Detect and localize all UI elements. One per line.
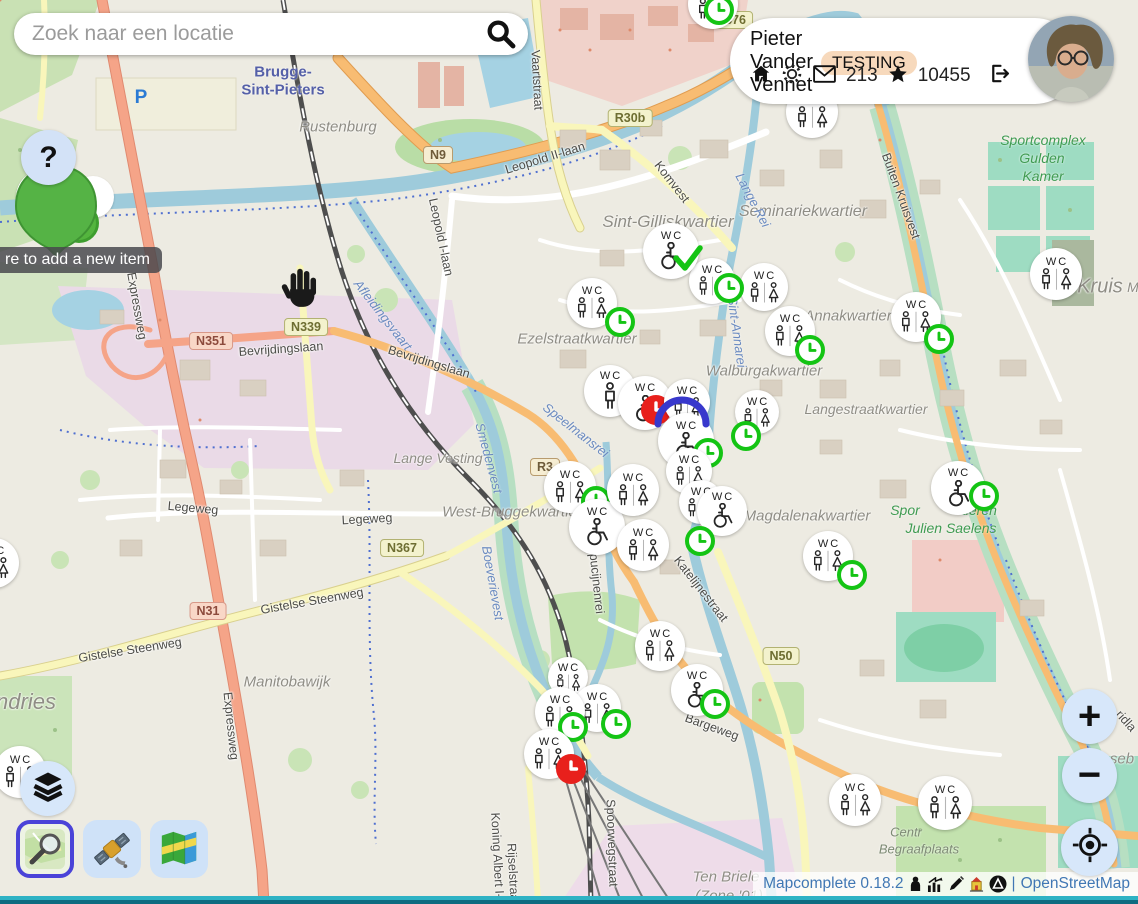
messages-count: 213 [846,65,878,87]
search-icon[interactable] [484,17,518,51]
toilet-marker[interactable]: WC [617,519,669,571]
toilet-marker[interactable]: WC [635,621,685,671]
attribution-divider: | [1012,875,1016,893]
help-button[interactable]: ? [21,130,76,185]
toilet-marker[interactable]: WC [0,538,19,588]
open-hours-badge-open [795,335,825,365]
marker-label: WC [550,694,572,706]
marker-label: WC [676,420,698,432]
marker-label: WC [635,382,657,394]
marker-label: WC [582,285,604,297]
open-hours-badge-open [969,481,999,511]
marker-label: WC [661,230,683,242]
contributor-icon[interactable] [909,876,922,892]
toilet-marker[interactable]: WC [688,0,738,29]
open-hours-badge-open [837,560,867,590]
marker-label: WC [1046,256,1068,268]
toilet-marker[interactable]: WC [740,263,788,311]
marker-label: WC [10,754,32,766]
avatar[interactable] [1028,16,1114,102]
stats-icon[interactable] [927,877,943,892]
marker-label: WC [560,469,582,481]
marker-label: WC [600,370,622,382]
open-hours-badge-open [714,273,744,303]
star-icon[interactable] [887,63,909,90]
search-input[interactable] [14,22,484,46]
marker-label: WC [948,467,970,479]
marker-label: WC [677,385,699,397]
toilet-marker[interactable]: WC [931,461,985,515]
marker-label: WC [780,313,802,325]
toilet-marker[interactable]: WC [829,774,881,826]
open-hours-badge-open [685,526,715,556]
toilet-marker[interactable]: WC [607,464,659,516]
attribution-bar: Mapcomplete 0.18.2 | OpenStreetMap [753,872,1138,896]
attribution-app-version[interactable]: Mapcomplete 0.18.2 [763,875,903,893]
marker-label: WC [587,691,609,703]
toilet-marker[interactable]: WC [891,292,941,342]
marker-label: WC [679,454,701,466]
toilet-marker[interactable]: WC [643,223,699,279]
basemap-osm-button[interactable] [16,820,74,878]
marker-label: WC [650,628,672,640]
layers-icon [30,768,66,809]
changesets-count: 10455 [918,65,971,87]
toilet-marker[interactable]: WC [765,306,815,356]
open-hours-badge-open [731,421,761,451]
open-hours-badge-closed [556,754,586,784]
toilet-marker[interactable]: WC [803,531,853,581]
marker-label: WC [623,472,645,484]
open-hours-badge-open [924,324,954,354]
logout-icon[interactable] [988,62,1011,90]
zoom-in-button[interactable]: + [1062,689,1117,744]
verified-check-badge [673,245,703,271]
marker-label: WC [712,491,734,503]
open-hours-badge-open [601,709,631,739]
marker-label: WC [754,270,776,282]
target-icon [1071,826,1109,869]
marker-label: WC [587,506,609,518]
hand-cursor-icon [280,266,320,313]
map-canvas[interactable]: Brugge-Sint-PietersPRustenburgSint-Gilli… [0,0,1138,904]
basemap-map-button[interactable] [150,820,208,878]
theme-flag-icon[interactable] [969,876,984,892]
toilet-marker[interactable]: WC [697,486,747,536]
poi-markers-layer: WC WC WC WC WC WC WC WC WC WC WC WC WC WC WC WC WC WC WC WC… [0,0,1138,904]
edit-pen-icon[interactable] [948,876,964,892]
toilet-marker[interactable]: WC [671,664,723,716]
marker-label: WC [818,538,840,550]
attribution-osm-link[interactable]: OpenStreetMap [1021,875,1130,893]
add-item-tooltip: re to add a new item [0,247,162,273]
bottom-accent-bar [0,896,1138,904]
toilet-marker[interactable]: WC [567,278,617,328]
marker-label: WC [633,527,655,539]
toilet-marker[interactable]: WC [1030,248,1082,300]
marker-label: WC [747,396,769,408]
zoom-out-button[interactable]: − [1062,748,1117,803]
open-hours-badge-open [700,689,730,719]
marker-label: WC [0,545,6,557]
layers-button[interactable] [20,761,75,816]
marker-label: WC [935,784,957,796]
osm-copyright-icon[interactable] [989,875,1007,893]
marker-label: WC [539,736,561,748]
marker-label: WC [845,782,867,794]
search-bar[interactable] [14,13,528,55]
toilet-marker[interactable]: WC [524,729,574,779]
marker-label: WC [687,670,709,682]
settings-gear-icon[interactable] [781,63,803,90]
toilet-marker[interactable]: WC [735,390,779,434]
toilet-marker[interactable]: WC [918,776,972,830]
marker-label: WC [558,662,580,674]
messages-icon[interactable] [812,64,837,89]
open-hours-badge-open [605,307,635,337]
home-icon[interactable] [750,63,772,90]
geolocate-button[interactable] [1061,819,1118,876]
marker-label: WC [906,299,928,311]
basemap-switcher [16,820,208,878]
basemap-satellite-button[interactable] [83,820,141,878]
